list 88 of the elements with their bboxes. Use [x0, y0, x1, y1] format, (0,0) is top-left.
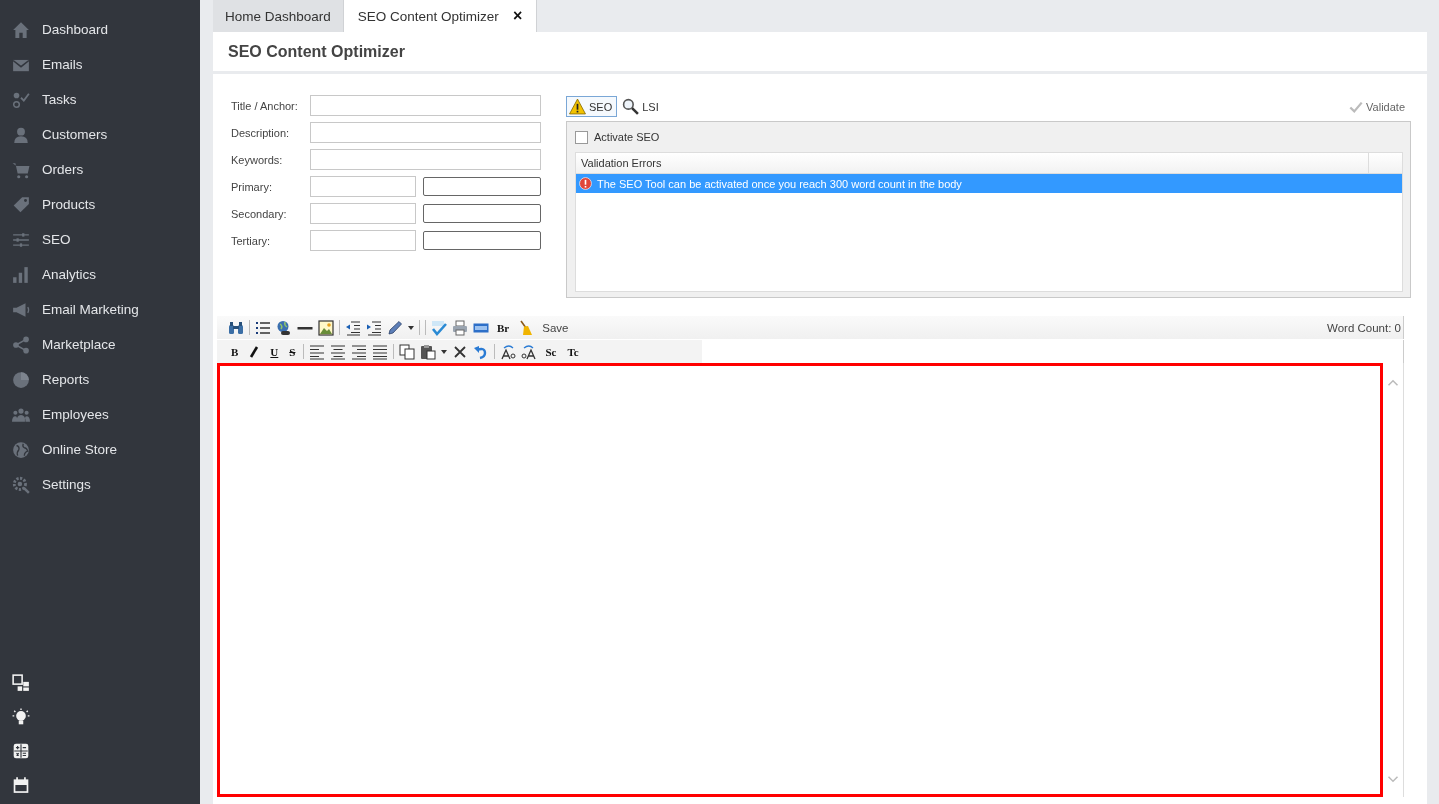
input-field[interactable]	[310, 122, 541, 143]
warning-icon	[569, 98, 586, 115]
align-right-icon[interactable]	[351, 343, 368, 360]
input-field[interactable]	[310, 149, 541, 170]
field-label: Primary:	[231, 179, 273, 195]
checkbox-label: Activate SEO	[594, 131, 660, 143]
windows-icon[interactable]	[12, 674, 30, 692]
printer-icon[interactable]	[452, 319, 468, 336]
font-grow-icon[interactable]	[500, 343, 517, 360]
cart-icon	[12, 160, 30, 179]
tag-icon	[12, 195, 30, 214]
broom-icon[interactable]	[517, 319, 534, 336]
page-title: SEO Content Optimizer	[213, 32, 1427, 74]
toolbar-button[interactable]: U	[267, 345, 282, 358]
toolbar-button[interactable]: Br	[494, 321, 513, 334]
field-label: Tertiary:	[231, 233, 272, 249]
sidebar-item[interactable]: Online Store	[0, 432, 200, 467]
save-button[interactable]: Save	[538, 321, 573, 334]
tab[interactable]: SEO Content Optimizer ×	[343, 0, 538, 32]
task-check-icon	[12, 90, 30, 109]
panel-tab[interactable]: LSI	[619, 96, 664, 117]
input-field[interactable]	[310, 203, 416, 224]
sliders-icon	[12, 230, 30, 249]
font-shrink-icon[interactable]	[521, 343, 538, 360]
field-label: Keywords:	[231, 152, 284, 168]
pen-icon[interactable]	[387, 319, 403, 336]
sidebar-item[interactable]: Orders	[0, 152, 200, 187]
input-field[interactable]	[423, 177, 541, 196]
caret-icon[interactable]	[441, 349, 448, 354]
search-icon	[622, 98, 640, 115]
tab-label: SEO Content Optimizer	[357, 8, 499, 24]
share-icon	[12, 335, 30, 354]
spellcheck-icon[interactable]	[431, 319, 447, 336]
cut-icon[interactable]	[452, 343, 469, 360]
pie-chart-icon	[12, 370, 30, 389]
calculator-icon[interactable]	[12, 742, 30, 760]
field-label: Description:	[231, 125, 291, 141]
input-field[interactable]	[423, 204, 541, 223]
sidebar-item[interactable]: Emails	[0, 47, 200, 82]
outdent-icon[interactable]	[345, 319, 361, 336]
megaphone-icon	[12, 300, 30, 319]
home-icon	[12, 20, 30, 39]
globe-link-icon[interactable]	[276, 319, 292, 336]
sidebar-item[interactable]: SEO	[0, 222, 200, 257]
input-field[interactable]	[310, 95, 541, 116]
close-icon[interactable]: ×	[512, 7, 523, 25]
calendar-icon[interactable]	[12, 776, 30, 794]
panel-tab[interactable]: SEO	[566, 96, 618, 117]
globe-icon	[12, 440, 30, 459]
toolbar-button[interactable]: B	[228, 345, 242, 358]
sidebar-item[interactable]: Analytics	[0, 257, 200, 292]
toolbar-button[interactable]: Sc	[542, 345, 560, 358]
justify-icon[interactable]	[372, 343, 389, 360]
field-label: Secondary:	[231, 206, 288, 222]
image-icon[interactable]	[318, 319, 334, 336]
caret-icon[interactable]	[408, 325, 414, 330]
error-icon	[579, 177, 592, 190]
input-field[interactable]	[310, 176, 416, 197]
sidebar-item[interactable]: Email Marketing	[0, 292, 200, 327]
sidebar-item[interactable]: Reports	[0, 362, 200, 397]
sidebar-item[interactable]: Settings	[0, 467, 200, 502]
tab-label: Home Dashboard	[225, 8, 331, 24]
bar-chart-icon	[12, 265, 30, 284]
copy-icon[interactable]	[399, 343, 416, 360]
align-center-icon[interactable]	[330, 343, 347, 360]
align-left-icon[interactable]	[309, 343, 326, 360]
binoculars-icon[interactable]	[228, 319, 244, 336]
sidebar-item[interactable]: Marketplace	[0, 327, 200, 362]
input-field[interactable]	[310, 230, 416, 251]
word-count: Word Count: 0	[1327, 321, 1402, 334]
sidebar-item[interactable]: Tasks	[0, 82, 200, 117]
input-field[interactable]	[423, 231, 541, 250]
indent-icon[interactable]	[366, 319, 382, 336]
paste-icon[interactable]	[420, 343, 437, 360]
toolbar-button[interactable]: S	[286, 345, 299, 358]
sidebar-item[interactable]: Employees	[0, 397, 200, 432]
checkbox[interactable]	[575, 130, 588, 144]
field-label: Title / Anchor:	[231, 98, 299, 114]
toolbar-button[interactable]: Tc	[564, 345, 582, 358]
sidebar-item[interactable]: Customers	[0, 117, 200, 152]
sidebar-item[interactable]: Dashboard	[0, 12, 200, 47]
light-bulb-icon[interactable]	[12, 708, 30, 726]
gear-icon	[12, 475, 30, 494]
user-icon	[12, 125, 30, 144]
check-icon	[1349, 99, 1364, 114]
sidebar-item[interactable]: Products	[0, 187, 200, 222]
tab[interactable]: Home Dashboard	[213, 0, 344, 32]
bulleted-list-icon[interactable]	[255, 319, 271, 336]
